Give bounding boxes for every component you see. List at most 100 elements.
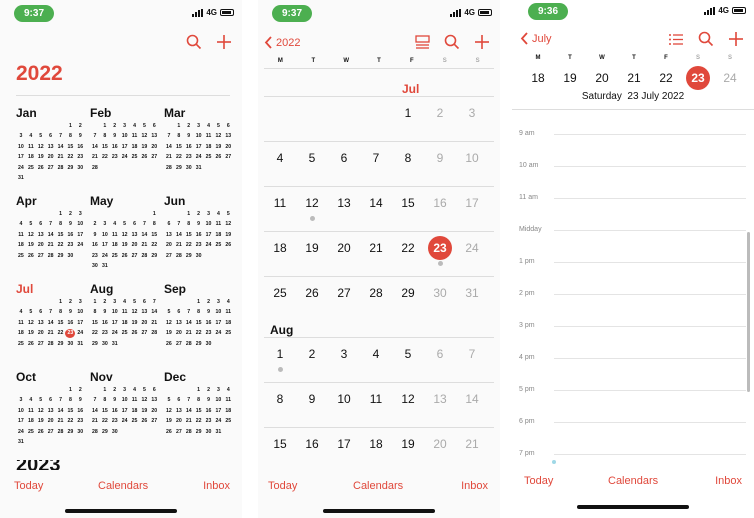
day-cell[interactable]: 12 bbox=[296, 196, 328, 210]
day-cell[interactable]: 25 bbox=[264, 286, 296, 300]
day-cell[interactable]: 8 bbox=[264, 392, 296, 406]
day-cell[interactable]: 14 bbox=[456, 392, 488, 406]
calendars-button[interactable]: Calendars bbox=[353, 480, 403, 492]
add-icon[interactable] bbox=[474, 34, 490, 50]
list-view-icon[interactable] bbox=[415, 35, 430, 49]
week-day[interactable]: 21 bbox=[618, 71, 650, 85]
day-cell[interactable]: 19 bbox=[392, 437, 424, 451]
day-cell[interactable]: 12 bbox=[392, 392, 424, 406]
inbox-button[interactable]: Inbox bbox=[461, 480, 488, 492]
day-cell[interactable]: 10 bbox=[456, 151, 488, 165]
day-cell[interactable]: 18 bbox=[264, 241, 296, 255]
day-cell[interactable]: 1 bbox=[392, 106, 424, 120]
day-cell[interactable]: 3 bbox=[456, 106, 488, 120]
mini-day: 29 bbox=[101, 428, 108, 435]
day-cell[interactable]: 16 bbox=[424, 196, 456, 210]
day-cell[interactable]: 11 bbox=[360, 392, 392, 406]
mini-month[interactable]: Aug 1 2 3 4 5 6 7 8 9 10 11 12 13 14 15 16 17 18 19 20 21 22 23… bbox=[90, 282, 160, 349]
search-icon[interactable] bbox=[444, 34, 460, 50]
search-icon[interactable] bbox=[698, 31, 714, 47]
inbox-button[interactable]: Inbox bbox=[203, 480, 230, 492]
mini-month[interactable]: May 1 2 3 4 5 6 7 8 9 10 11 12 13 14 15 16 17 18 19 20 21 22 23… bbox=[90, 194, 160, 271]
day-cell[interactable]: 30 bbox=[424, 286, 456, 300]
day-cell[interactable]: 7 bbox=[456, 347, 488, 361]
day-cell[interactable]: 5 bbox=[296, 151, 328, 165]
calendars-button[interactable]: Calendars bbox=[98, 480, 148, 492]
mini-day: 4 bbox=[19, 221, 23, 228]
day-cell[interactable]: 20 bbox=[328, 241, 360, 255]
mini-day: 3 bbox=[19, 133, 23, 140]
day-cell[interactable]: 17 bbox=[328, 437, 360, 451]
day-cell[interactable]: 4 bbox=[360, 347, 392, 361]
day-cell[interactable]: 2 bbox=[296, 347, 328, 361]
day-cell[interactable]: 26 bbox=[296, 286, 328, 300]
mini-month[interactable]: Jun 1 2 3 4 5 6 7 8 9 10 11 12 13 14 15 16 17 18 19 20 21 22 23… bbox=[164, 194, 234, 261]
day-cell[interactable]: 15 bbox=[392, 196, 424, 210]
day-cell[interactable]: 7 bbox=[360, 151, 392, 165]
mini-month[interactable]: Jan 1 2 3 4 5 6 7 8 9 10 11 12 13 14 15 16 17 18 19 20 21 22 23… bbox=[16, 106, 86, 183]
mini-month[interactable]: Sep 1 2 3 4 5 6 7 8 9 10 11 12 13 14 15 16 17 18 19 20 21 22 23… bbox=[164, 282, 234, 349]
day-cell[interactable]: 22 bbox=[392, 241, 424, 255]
add-icon[interactable] bbox=[216, 34, 232, 50]
list-icon[interactable] bbox=[668, 33, 684, 46]
week-day[interactable]: 18 bbox=[522, 71, 554, 85]
day-cell[interactable]: 19 bbox=[296, 241, 328, 255]
day-cell[interactable]: 6 bbox=[424, 347, 456, 361]
today-button[interactable]: Today bbox=[14, 480, 43, 492]
calendars-button[interactable]: Calendars bbox=[608, 475, 658, 487]
day-cell[interactable]: 10 bbox=[328, 392, 360, 406]
day-cell[interactable]: 9 bbox=[296, 392, 328, 406]
inbox-button[interactable]: Inbox bbox=[715, 475, 742, 487]
mini-day: 28 bbox=[175, 252, 182, 259]
mini-month[interactable]: Mar 1 2 3 4 5 6 7 8 9 10 11 12 13 14 15 16 17 18 19 20 21 22 23… bbox=[164, 106, 234, 173]
day-cell[interactable]: 21 bbox=[360, 241, 392, 255]
empty-cell bbox=[46, 122, 56, 131]
day-cell[interactable]: 31 bbox=[456, 286, 488, 300]
day-cell[interactable]: 3 bbox=[328, 347, 360, 361]
day-cell[interactable]: 14 bbox=[360, 196, 392, 210]
mini-month[interactable]: Apr 1 2 3 4 5 6 7 8 9 10 11 12 13 14 15 16 17 18 19 20 21 22 23… bbox=[16, 194, 86, 261]
day-cell[interactable]: 18 bbox=[360, 437, 392, 451]
selected-day[interactable]: 23 bbox=[428, 236, 452, 260]
week-day[interactable]: 19 bbox=[554, 71, 586, 85]
mini-month[interactable]: Jul 1 2 3 4 5 6 7 8 9 10 11 12 13 14 15 16 17 18 19 20 21 22 23… bbox=[16, 282, 86, 349]
mini-month[interactable]: Nov 1 2 3 4 5 6 7 8 9 10 11 12 13 14 15 16 17 18 19 20 21 22 23… bbox=[90, 370, 160, 437]
week-day[interactable]: 22 bbox=[650, 71, 682, 85]
today-button[interactable]: Today bbox=[524, 475, 553, 487]
day-cell[interactable]: 5 bbox=[392, 347, 424, 361]
week-day[interactable]: 20 bbox=[586, 71, 618, 85]
day-cell[interactable]: 16 bbox=[296, 437, 328, 451]
mini-day: 25 bbox=[225, 330, 232, 337]
day-cell[interactable]: 9 bbox=[424, 151, 456, 165]
day-cell[interactable]: 20 bbox=[424, 437, 456, 451]
day-cell[interactable]: 24 bbox=[456, 241, 488, 255]
selected-day[interactable]: 23 bbox=[686, 66, 710, 90]
day-cell[interactable]: 8 bbox=[392, 151, 424, 165]
mini-month-name: Aug bbox=[90, 282, 114, 296]
day-cell[interactable]: 4 bbox=[264, 151, 296, 165]
today-button[interactable]: Today bbox=[268, 480, 297, 492]
day-cell[interactable]: 2 bbox=[424, 106, 456, 120]
day-cell[interactable]: 13 bbox=[328, 196, 360, 210]
mini-day: 14 bbox=[57, 407, 64, 414]
day-cell[interactable]: 13 bbox=[424, 392, 456, 406]
day-cell[interactable]: 27 bbox=[328, 286, 360, 300]
day-cell[interactable]: 11 bbox=[264, 196, 296, 210]
week-day[interactable]: 24 bbox=[714, 71, 746, 85]
back-to-month-button[interactable]: July bbox=[520, 32, 552, 45]
weekday-label: F bbox=[664, 55, 668, 61]
mini-month[interactable]: Dec 1 2 3 4 5 6 7 8 9 10 11 12 13 14 15 16 17 18 19 20 21 22 23… bbox=[164, 370, 234, 437]
day-cell[interactable]: 17 bbox=[456, 196, 488, 210]
back-to-year-button[interactable]: 2022 bbox=[264, 36, 300, 49]
day-cell[interactable]: 15 bbox=[264, 437, 296, 451]
search-icon[interactable] bbox=[186, 34, 202, 50]
mini-month[interactable]: Oct 1 2 3 4 5 6 7 8 9 10 11 12 13 14 15 16 17 18 19 20 21 22 23… bbox=[16, 370, 86, 447]
day-cell[interactable]: 29 bbox=[392, 286, 424, 300]
mini-month[interactable]: Feb 1 2 3 4 5 6 7 8 9 10 11 12 13 14 15 16 17 18 19 20 21 22 23… bbox=[90, 106, 160, 173]
scrollbar[interactable] bbox=[747, 232, 750, 392]
day-cell[interactable]: 6 bbox=[328, 151, 360, 165]
add-icon[interactable] bbox=[728, 31, 744, 47]
day-cell[interactable]: 1 bbox=[264, 347, 296, 361]
day-cell[interactable]: 21 bbox=[456, 437, 488, 451]
day-cell[interactable]: 28 bbox=[360, 286, 392, 300]
